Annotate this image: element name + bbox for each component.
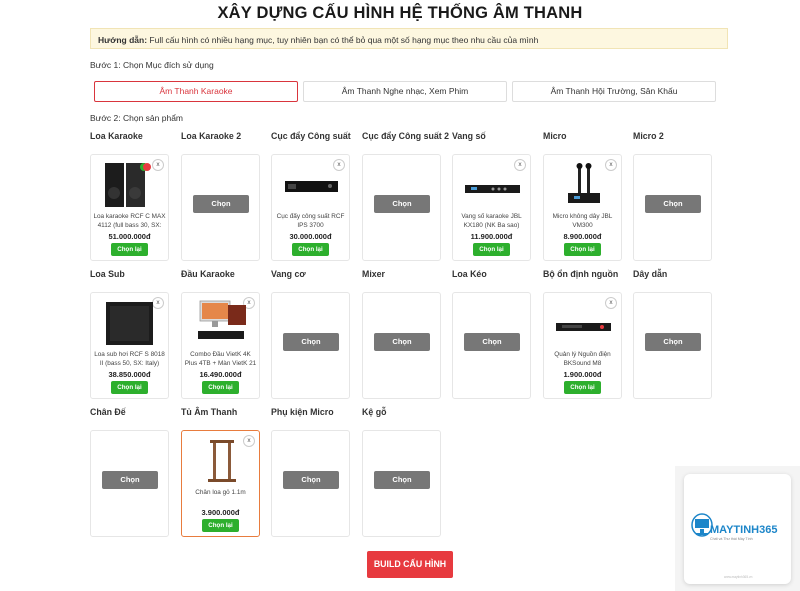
power-amplifier-image (285, 181, 338, 192)
product-name: Cục đẩy công suất RCF IPS 3700 (276, 213, 345, 229)
choose-button[interactable]: Chọn (645, 333, 701, 351)
choose-button[interactable]: Chọn (645, 195, 701, 213)
product-price: 1.900.000đ (563, 370, 602, 379)
step-1-heading: Bước 1: Chọn Mục đích sử dụng (90, 60, 214, 70)
category-title: Dây dẫn (633, 269, 668, 279)
product-card[interactable]: Chọn (362, 430, 441, 537)
product-card[interactable]: x Cục đẩy công suất RCF IPS 3700 30.000.00… (271, 154, 350, 261)
speaker-stand-image (208, 440, 236, 482)
category-title: Cục đẩy Công suất 2 (362, 131, 450, 141)
product-card[interactable]: Chọn (90, 430, 169, 537)
step-2-heading: Bước 2: Chọn sản phẩm (90, 113, 184, 123)
rechoose-button[interactable]: Chọn lại (202, 519, 239, 532)
logo-card: MAYTINH365 Chất và Thư thái Máy Tính www… (684, 474, 791, 584)
category-title: Mixer (362, 269, 385, 279)
category-title: Chân Đế (90, 407, 126, 417)
rechoose-button[interactable]: Chọn lại (111, 243, 148, 256)
choose-button[interactable]: Chọn (283, 471, 339, 489)
product-card[interactable]: x Combo Đầu VietK 4K Plus 4TB + Màn VietK… (181, 292, 260, 399)
product-card[interactable]: x Loa sub hơi RCF S 8018 II (bass 50, SX:… (90, 292, 169, 399)
choose-button[interactable]: Chọn (374, 471, 430, 489)
choose-button[interactable]: Chọn (374, 195, 430, 213)
product-card[interactable]: Chọn (362, 292, 441, 399)
product-price: 30.000.000đ (289, 232, 332, 241)
guide-text: Full cấu hình có nhiều hạng mục, tuy nhi… (149, 35, 539, 45)
rechoose-button[interactable]: Chọn lại (292, 243, 329, 256)
purpose-karaoke[interactable]: Âm Thanh Karaoke (94, 81, 298, 102)
choose-button[interactable]: Chọn (193, 195, 249, 213)
product-price: 3.900.000đ (201, 508, 240, 517)
category-title: Phụ kiện Micro (271, 407, 334, 417)
category-title: Micro (543, 131, 567, 141)
choose-button[interactable]: Chọn (283, 333, 339, 351)
karaoke-player-image (198, 300, 246, 339)
product-price: 38.850.000đ (108, 370, 151, 379)
product-name: Combo Đầu VietK 4K Plus 4TB + Màn VietK … (184, 351, 257, 367)
logo-footer: www.maytinh365.vn (724, 575, 753, 579)
product-card[interactable]: x Quản lý Nguồn điện BKSound M8 1.900.000đ… (543, 292, 622, 399)
product-card[interactable]: Chọn (271, 430, 350, 537)
product-name: Vang số karaoke JBL KX180 (NK Ba sao) (461, 213, 522, 229)
category-title: Loa Karaoke (90, 131, 143, 141)
product-card[interactable]: Chọn (271, 292, 350, 399)
product-card[interactable]: x Micro không dây JBL VM300 8.900.000đ Chọn… (543, 154, 622, 261)
product-price: 11.900.000đ (470, 232, 513, 241)
product-card[interactable]: Chọn (452, 292, 531, 399)
category-title: Vang số (452, 131, 486, 141)
product-name: Loa karaoke RCF C MAX 4112 (full bass 30… (93, 213, 166, 229)
rechoose-button[interactable]: Chọn lại (564, 243, 601, 256)
build-config-button[interactable]: BUILD CẤU HÌNH (367, 551, 453, 578)
subwoofer-image (106, 302, 153, 345)
product-price: 51.000.000đ (108, 232, 151, 241)
choose-button[interactable]: Chọn (464, 333, 520, 351)
logo-tagline: Chất và Thư thái Máy Tính (710, 537, 753, 541)
category-title: Loa Sub (90, 269, 125, 279)
product-card[interactable]: x Loa karaoke RCF C MAX 4112 (full bass 3… (90, 154, 169, 261)
rechoose-button[interactable]: Chọn lại (111, 381, 148, 394)
category-title: Đầu Karaoke (181, 269, 235, 279)
product-card[interactable]: Chọn (633, 154, 712, 261)
wireless-mic-image (568, 163, 600, 203)
category-title: Kệ gỗ (362, 407, 387, 417)
product-price: 8.900.000đ (563, 232, 602, 241)
purpose-hall-stage[interactable]: Âm Thanh Hội Trường, Sân Khấu (512, 81, 716, 102)
speaker-pair-image (105, 163, 151, 207)
category-title: Loa Karaoke 2 (181, 131, 242, 141)
category-title: Tủ Âm Thanh (181, 407, 238, 417)
guide-label: Hướng dẫn: (98, 35, 148, 45)
rechoose-button[interactable]: Chọn lại (473, 243, 510, 256)
product-name: Micro không dây JBL VM300 (552, 213, 613, 229)
product-card[interactable]: x Chân loa gỗ 1.1m 3.900.000đ Chọn lại (181, 430, 260, 537)
page-title: XÂY DỰNG CẤU HÌNH HỆ THỐNG ÂM THANH (217, 4, 583, 22)
product-card[interactable]: Chọn (181, 154, 260, 261)
power-conditioner-image (556, 323, 611, 331)
category-title: Bộ ổn định nguồn (543, 269, 619, 279)
product-name: Loa sub hơi RCF S 8018 II (bass 50, SX: … (94, 351, 165, 367)
product-card[interactable]: x Vang số karaoke JBL KX180 (NK Ba sao) 11… (452, 154, 531, 261)
category-title: Cục đẩy Công suất (271, 131, 351, 141)
product-card[interactable]: Chọn (633, 292, 712, 399)
category-title: Micro 2 (633, 131, 664, 141)
purpose-music-movie[interactable]: Âm Thanh Nghe nhạc, Xem Phim (303, 81, 507, 102)
product-card[interactable]: Chọn (362, 154, 441, 261)
category-title: Loa Kéo (452, 269, 487, 279)
rechoose-button[interactable]: Chọn lại (202, 381, 239, 394)
product-name: Quản lý Nguồn điện BKSound M8 (554, 351, 611, 367)
logo-wordmark: MAYTINH365 (710, 524, 778, 536)
category-title: Vang cơ (271, 269, 306, 279)
choose-button[interactable]: Chọn (102, 471, 158, 489)
guide-banner: Hướng dẫn: Full cấu hình có nhiều hạng m… (90, 28, 728, 49)
choose-button[interactable]: Chọn (374, 333, 430, 351)
rechoose-button[interactable]: Chọn lại (564, 381, 601, 394)
product-price: 16.490.000đ (199, 370, 242, 379)
product-name: Chân loa gỗ 1.1m (195, 489, 246, 496)
digital-mixer-image (465, 185, 520, 193)
